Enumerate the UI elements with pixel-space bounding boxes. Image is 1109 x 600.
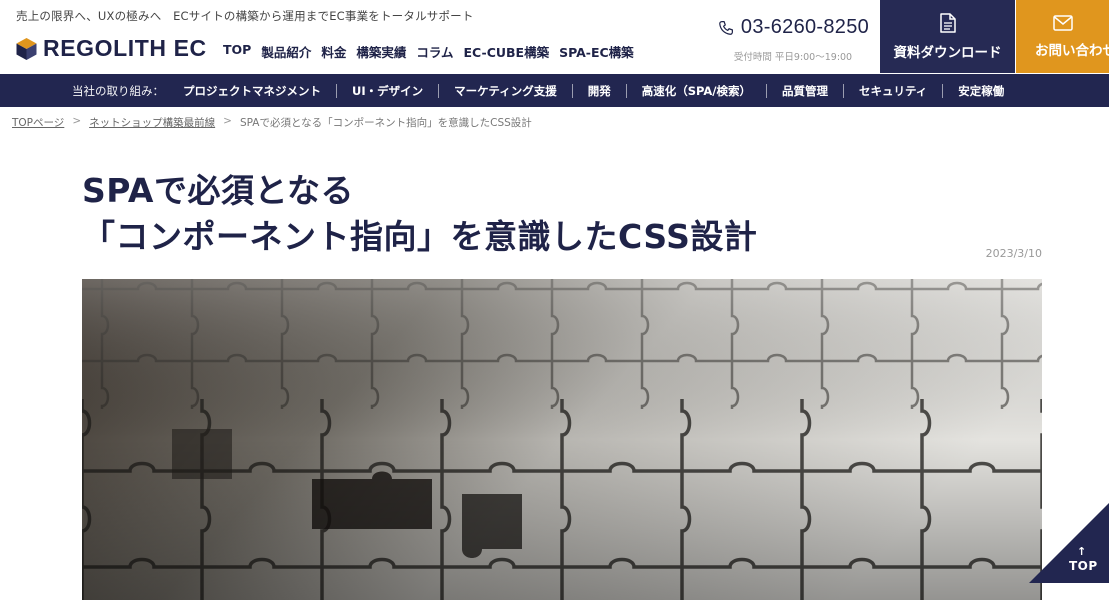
download-docs-button[interactable]: 資料ダウンロード — [880, 0, 1015, 73]
initiatives-label: 当社の取り組み： — [72, 84, 164, 98]
phone-hours: 受付時間 平日9:00〜19:00 — [733, 52, 853, 63]
nav-spa-ec[interactable]: SPA-EC構築 — [559, 42, 634, 61]
subnav-item-quality[interactable]: 品質管理 — [765, 83, 843, 98]
nav-eccube[interactable]: EC-CUBE構築 — [464, 42, 550, 61]
article-title-line2: 「コンポーネント指向」を意識したCSS設計 — [82, 217, 758, 256]
site-logo[interactable]: REGOLITH EC — [16, 35, 207, 62]
breadcrumb-separator: > — [223, 115, 232, 127]
subnav-item-ui-design[interactable]: UI・デザイン — [336, 83, 438, 98]
site-tagline: 売上の限界へ、UXの極みへ ECサイトの構築から運用までEC事業をトータルサポー… — [16, 9, 474, 23]
breadcrumb-top[interactable]: TOPページ — [12, 115, 64, 130]
logo-cube-icon — [16, 37, 37, 60]
subnav-item-security[interactable]: セキュリティ — [842, 83, 942, 98]
nav-top[interactable]: TOP — [223, 42, 251, 61]
breadcrumb-category[interactable]: ネットショップ構築最前線 — [89, 115, 215, 130]
contact-label: お問い合わせ — [1035, 42, 1109, 59]
subnav-item-speedup[interactable]: 高速化（SPA/検索） — [625, 83, 766, 98]
nav-works[interactable]: 構築実績 — [356, 42, 406, 61]
subnav-item-development[interactable]: 開発 — [571, 83, 626, 98]
contact-button[interactable]: お問い合わせ — [1016, 0, 1109, 73]
phone-contact: 03-6260-8250 受付時間 平日9:00〜19:00 — [716, 16, 870, 63]
arrow-up-icon: ↑ — [1077, 545, 1087, 558]
puzzle-illustration — [82, 279, 1042, 600]
nav-column[interactable]: コラム — [416, 42, 453, 61]
article-title-line1: SPAで必須となる — [82, 171, 354, 210]
initiatives-nav: 当社の取り組み： プロジェクトマネジメント UI・デザイン マーケティング支援 … — [0, 74, 1109, 107]
main-nav: TOP 製品紹介 料金 構築実績 コラム EC-CUBE構築 SPA-EC構築 — [223, 42, 634, 61]
mail-icon — [1052, 14, 1073, 31]
site-header: 売上の限界へ、UXの極みへ ECサイトの構築から運用までEC事業をトータルサポー… — [0, 0, 1109, 74]
phone-number[interactable]: 03-6260-8250 — [741, 16, 869, 39]
back-to-top-label: TOP — [1069, 559, 1098, 573]
article-date: 2023/3/10 — [985, 247, 1042, 260]
subnav-item-stability[interactable]: 安定稼働 — [942, 83, 1019, 98]
document-icon — [939, 12, 956, 33]
breadcrumb-separator: > — [72, 115, 82, 127]
hero-image-puzzle — [82, 279, 1042, 600]
breadcrumb: TOPページ > ネットショップ構築最前線 > SPAで必須となる「コンポーネン… — [12, 115, 532, 130]
breadcrumb-current: SPAで必須となる「コンポーネント指向」を意識したCSS設計 — [239, 117, 532, 129]
back-to-top-button[interactable]: ↑ TOP — [1029, 503, 1109, 583]
nav-pricing[interactable]: 料金 — [321, 42, 346, 61]
subnav-item-marketing[interactable]: マーケティング支援 — [438, 83, 572, 98]
article-title: SPAで必須となる 「コンポーネント指向」を意識したCSS設計 — [82, 168, 982, 260]
logo-text: REGOLITH EC — [43, 35, 207, 61]
nav-products[interactable]: 製品紹介 — [261, 42, 311, 61]
phone-icon — [719, 20, 733, 35]
subnav-item-project-management[interactable]: プロジェクトマネジメント — [168, 84, 336, 98]
download-docs-label: 資料ダウンロード — [893, 44, 1002, 61]
